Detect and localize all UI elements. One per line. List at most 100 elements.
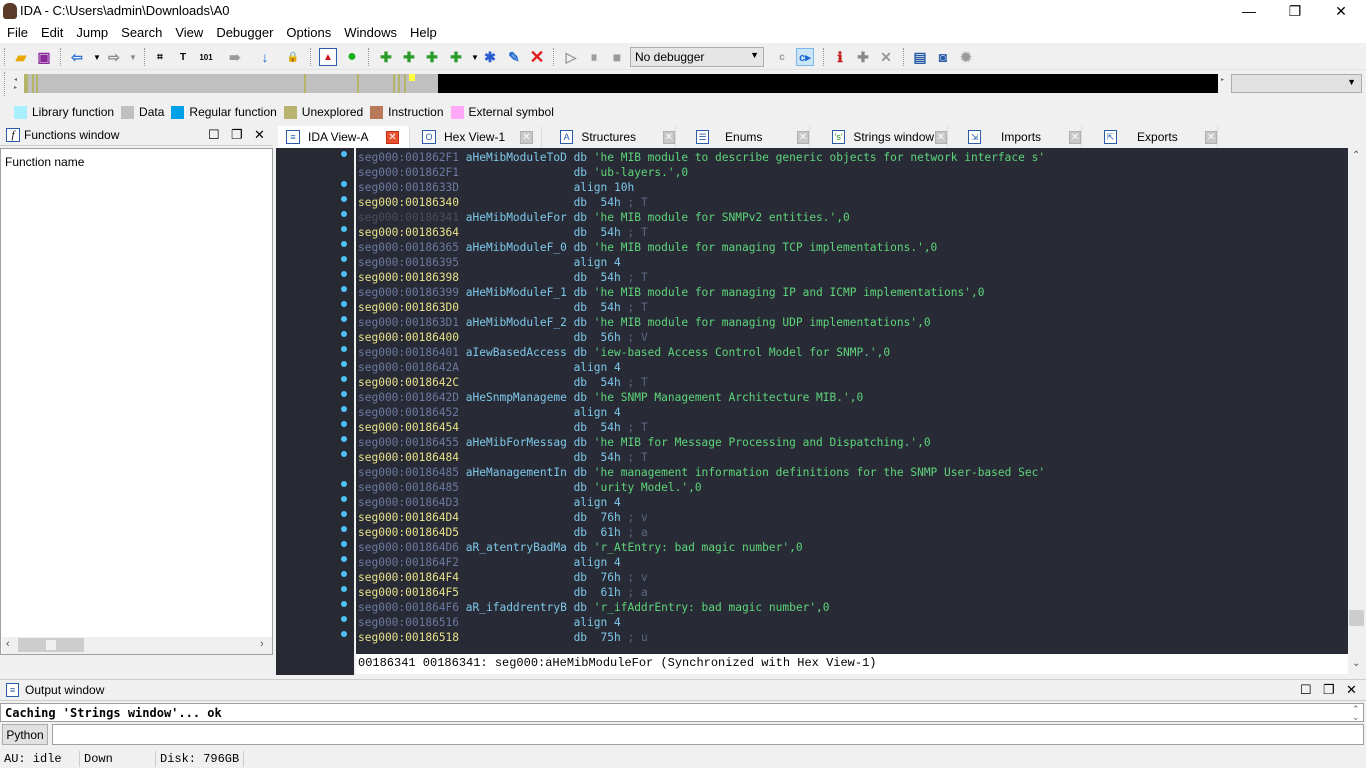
close-panel-icon[interactable]: ✕ bbox=[1346, 682, 1357, 698]
hex-view-icon[interactable]: ◙ bbox=[934, 48, 952, 66]
maximize-panel-icon[interactable]: ☐ bbox=[1300, 682, 1312, 698]
segment-dropdown[interactable]: ▼ bbox=[1231, 74, 1362, 93]
decompile-icon[interactable]: c bbox=[773, 48, 791, 66]
listing-line[interactable]: seg000:00186398 db 54h ; T bbox=[358, 270, 648, 285]
make-data-icon[interactable]: ✚ bbox=[400, 48, 418, 66]
toolbar-grip[interactable] bbox=[368, 48, 371, 66]
listing-line[interactable]: seg000:00186455 aHeMibForMessag db 'he M… bbox=[358, 435, 931, 450]
listing-line[interactable]: seg000:001864F2 align 4 bbox=[358, 555, 621, 570]
restore-button[interactable]: ❐ bbox=[1272, 0, 1318, 22]
tab-ida-view-a[interactable]: ≡ IDA View-A ✕ bbox=[278, 126, 410, 148]
menu-debugger[interactable]: Debugger bbox=[209, 22, 279, 40]
listing-line[interactable]: seg000:0018633D align 10h bbox=[358, 180, 634, 195]
menu-file[interactable]: File bbox=[0, 22, 34, 40]
report-icon[interactable]: ▲ bbox=[319, 48, 337, 66]
make-code-icon[interactable]: ✚ bbox=[377, 48, 395, 66]
close-tab-icon[interactable]: ✕ bbox=[386, 130, 399, 144]
switch-view-icon[interactable]: c▸ bbox=[796, 48, 814, 66]
add-breakpoint-icon[interactable]: ✚ bbox=[854, 48, 872, 66]
stop-icon[interactable]: ■ bbox=[608, 48, 626, 66]
menu-options[interactable]: Options bbox=[279, 22, 337, 40]
make-array-icon[interactable]: ✱ bbox=[481, 48, 499, 66]
disassembly-listing[interactable]: seg000:001862F1 aHeMibModuleToD db 'he M… bbox=[356, 148, 1348, 654]
save-icon[interactable]: ▣ bbox=[35, 48, 53, 66]
listing-line[interactable]: seg000:00186364 db 54h ; T bbox=[358, 225, 648, 240]
scroll-up-icon[interactable]: ⌃ bbox=[1352, 150, 1360, 161]
listing-line[interactable]: seg000:00186516 align 4 bbox=[358, 615, 621, 630]
tab-structures[interactable]: A Structures ✕ bbox=[552, 126, 676, 148]
listing-line[interactable]: seg000:00186340 db 54h ; T bbox=[358, 195, 648, 210]
listing-line[interactable]: seg000:00186485 aHeManagementIn db 'he m… bbox=[358, 465, 1045, 480]
vertical-scrollbar[interactable]: ⌃ ⌄ bbox=[1348, 148, 1365, 675]
toolbar-grip[interactable] bbox=[4, 72, 7, 96]
toolbar-grip[interactable] bbox=[60, 48, 63, 66]
listing-line[interactable]: seg000:00186518 db 75h ; u bbox=[358, 630, 648, 645]
back-dropdown-icon[interactable]: ▼ bbox=[88, 48, 106, 66]
close-tab-icon[interactable]: ✕ bbox=[520, 130, 533, 144]
tab-imports[interactable]: ⇲ Imports ✕ bbox=[960, 126, 1082, 148]
listing-line[interactable]: seg000:001864D3 align 4 bbox=[358, 495, 621, 510]
float-panel-icon[interactable]: ❐ bbox=[231, 127, 243, 143]
menu-windows[interactable]: Windows bbox=[337, 22, 403, 40]
float-panel-icon[interactable]: ❐ bbox=[1323, 682, 1335, 698]
tab-hex-view-1[interactable]: O Hex View-1 ✕ bbox=[414, 126, 542, 148]
listing-line[interactable]: seg000:001864F4 db 76h ; v bbox=[358, 570, 648, 585]
toolbar-grip[interactable] bbox=[4, 48, 7, 66]
pause-icon[interactable]: ⏸ bbox=[585, 48, 603, 66]
menu-edit[interactable]: Edit bbox=[34, 22, 69, 40]
scrollbar-thumb[interactable] bbox=[1349, 610, 1364, 626]
tab-enums[interactable]: ☰ Enums ✕ bbox=[688, 126, 810, 148]
function-name-column-header[interactable]: Function name bbox=[1, 149, 272, 175]
search-next-icon[interactable]: ➠ bbox=[226, 48, 244, 66]
menu-help[interactable]: Help bbox=[403, 22, 443, 40]
listing-line[interactable]: seg000:0018642C db 54h ; T bbox=[358, 375, 648, 390]
navigation-strip-unloaded[interactable] bbox=[438, 74, 1218, 93]
close-tab-icon[interactable]: ✕ bbox=[1068, 130, 1081, 144]
forward-dropdown-icon[interactable]: ▼ bbox=[124, 48, 142, 66]
horizontal-scrollbar[interactable]: ‹ › bbox=[2, 637, 272, 654]
listing-line[interactable]: seg000:001864F6 aR_ifaddrentryB db 'r_if… bbox=[358, 600, 830, 615]
listing-line[interactable]: seg000:00186395 align 4 bbox=[358, 255, 621, 270]
close-tab-icon[interactable]: ✕ bbox=[1204, 130, 1217, 144]
jump-icon[interactable]: ↓ bbox=[256, 48, 274, 66]
forward-icon[interactable]: ⇨ bbox=[105, 48, 123, 66]
nav-scroll-right-icon[interactable]: ▸ bbox=[14, 84, 17, 91]
command-input[interactable] bbox=[52, 724, 1364, 745]
make-ascii-icon[interactable]: ✚ bbox=[423, 48, 441, 66]
search-text-icon[interactable]: T bbox=[174, 48, 192, 66]
search-binary-icon[interactable]: 101 bbox=[197, 48, 215, 66]
toolbar-grip[interactable] bbox=[553, 48, 556, 66]
listing-line[interactable]: seg000:001863D0 db 54h ; T bbox=[358, 300, 648, 315]
python-language-button[interactable]: Python bbox=[2, 724, 48, 745]
remove-breakpoint-icon[interactable]: ✕ bbox=[877, 48, 895, 66]
toolbar-grip[interactable] bbox=[823, 48, 826, 66]
listing-line[interactable]: seg000:001863D1 aHeMibModuleF_2 db 'he M… bbox=[358, 315, 931, 330]
scroll-down-icon[interactable]: ⌄ bbox=[1352, 658, 1360, 669]
scrollbar-thumb[interactable] bbox=[18, 638, 84, 652]
menu-view[interactable]: View bbox=[168, 22, 209, 40]
listing-line[interactable]: seg000:00186401 aIewBasedAccess db 'iew-… bbox=[358, 345, 890, 360]
close-panel-icon[interactable]: ✕ bbox=[254, 127, 265, 143]
listing-line[interactable]: seg000:001862F1 db 'ub-layers.',0 bbox=[358, 165, 688, 180]
listing-line[interactable]: seg000:00186365 aHeMibModuleF_0 db 'he M… bbox=[358, 240, 937, 255]
debugger-bug-icon[interactable]: ✹ bbox=[957, 48, 975, 66]
rename-icon[interactable]: ✎ bbox=[505, 48, 523, 66]
listing-line[interactable]: seg000:001864F5 db 61h ; a bbox=[358, 585, 648, 600]
listing-line[interactable]: seg000:00186400 db 56h ; V bbox=[358, 330, 648, 345]
listing-line[interactable]: seg000:00186341 aHeMibModuleFor db 'he M… bbox=[358, 210, 850, 225]
close-tab-icon[interactable]: ✕ bbox=[934, 130, 947, 144]
listing-line[interactable]: seg000:00186454 db 54h ; T bbox=[358, 420, 648, 435]
run-green-icon[interactable]: ● bbox=[343, 48, 361, 66]
listing-line[interactable]: seg000:00186484 db 54h ; T bbox=[358, 450, 648, 465]
toolbar-grip[interactable] bbox=[903, 48, 906, 66]
output-text[interactable]: Caching 'Strings window'... ok bbox=[0, 703, 1364, 722]
scroll-right-icon[interactable]: › bbox=[260, 638, 264, 650]
back-icon[interactable]: ⇦ bbox=[68, 48, 86, 66]
tab-exports[interactable]: ⇱ Exports ✕ bbox=[1096, 126, 1218, 148]
lock-icon[interactable]: 🔒 bbox=[284, 48, 302, 66]
functions-list[interactable]: Function name ‹ › bbox=[0, 148, 273, 655]
toolbar-grip[interactable] bbox=[144, 48, 147, 66]
listing-line[interactable]: seg000:0018642A align 4 bbox=[358, 360, 621, 375]
maximize-panel-icon[interactable]: ☐ bbox=[208, 127, 220, 143]
view-icon[interactable]: ▤ bbox=[911, 48, 929, 66]
